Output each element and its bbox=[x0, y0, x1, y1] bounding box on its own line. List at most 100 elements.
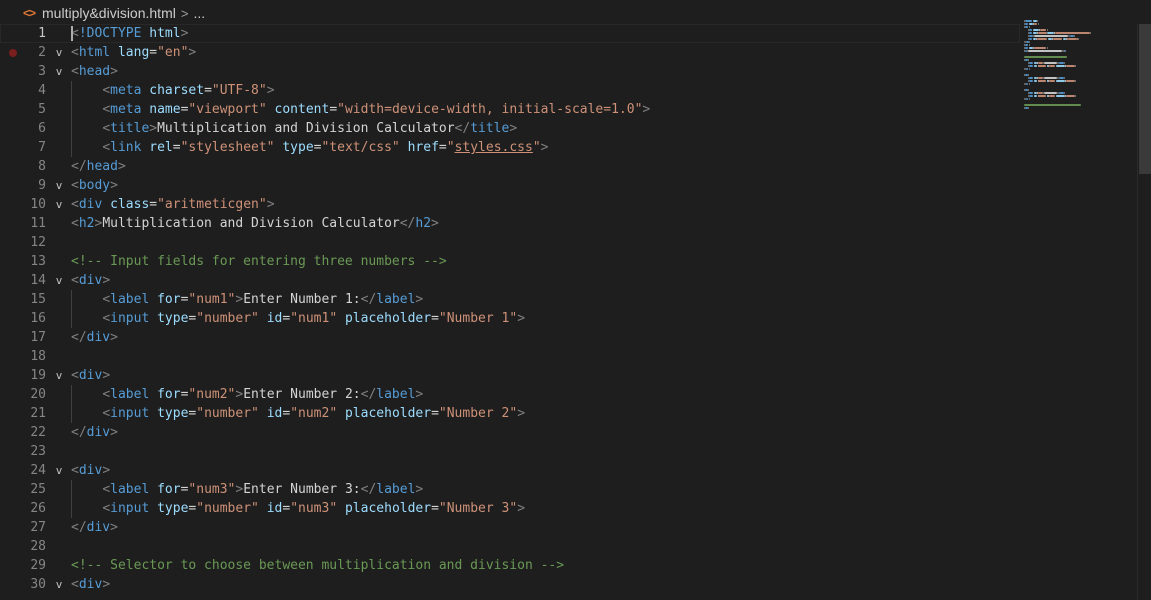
code-line[interactable]: 3 v <head> bbox=[0, 62, 1020, 81]
code-line[interactable]: 7 <link rel="stylesheet" type="text/css"… bbox=[0, 138, 1020, 157]
line-number: 30 bbox=[30, 577, 46, 592]
minimap-token bbox=[1024, 23, 1029, 25]
code-line[interactable]: 18 bbox=[0, 347, 1020, 366]
code-token: div bbox=[86, 330, 111, 345]
code-line[interactable]: 14 v <div> bbox=[0, 271, 1020, 290]
fold-chevron-icon[interactable]: v bbox=[52, 176, 66, 195]
minimap[interactable] bbox=[1024, 20, 1136, 200]
code-token: > bbox=[266, 83, 275, 98]
code-line[interactable]: 19 v <div> bbox=[0, 366, 1020, 385]
fold-chevron-icon[interactable]: v bbox=[52, 62, 66, 81]
code-token: "viewport" bbox=[188, 102, 267, 117]
code-line[interactable]: 25 <label for="num3">Enter Number 3:</la… bbox=[0, 480, 1020, 499]
breadcrumb: <> multiply&division.html > ... bbox=[0, 0, 1151, 26]
code-line[interactable]: 11 <h2>Multiplication and Division Calcul… bbox=[0, 214, 1020, 233]
code-line[interactable]: 5 <meta name="viewport" content="width=d… bbox=[0, 100, 1020, 119]
vertical-scrollbar[interactable] bbox=[1137, 24, 1151, 600]
minimap-token bbox=[1033, 35, 1069, 37]
code-token: meta bbox=[110, 83, 142, 98]
code-line[interactable]: 20 <label for="num2">Enter Number 2:</la… bbox=[0, 385, 1020, 404]
code-editor[interactable]: 1 <!DOCTYPE html> 2 v <html lang="en"> 3 v <hea… bbox=[0, 24, 1020, 600]
minimap-token bbox=[1043, 62, 1058, 64]
fold-chevron-icon[interactable]: v bbox=[52, 195, 66, 214]
minimap-token bbox=[1037, 32, 1047, 34]
minimap-token bbox=[1024, 104, 1081, 106]
code-line[interactable]: 16 <input type="number" id="num1" placeh… bbox=[0, 309, 1020, 328]
breadcrumb-symbols[interactable]: ... bbox=[193, 5, 205, 21]
minimap-token bbox=[1063, 92, 1065, 94]
code-token: type bbox=[157, 406, 189, 421]
minimap-token bbox=[1024, 26, 1029, 28]
code-token: type bbox=[157, 501, 189, 516]
line-number: 20 bbox=[30, 387, 46, 402]
code-line[interactable]: 4 <meta charset="UTF-8"> bbox=[0, 81, 1020, 100]
code-token: meta bbox=[110, 102, 142, 117]
code-line[interactable]: 21 <input type="number" id="num2" placeh… bbox=[0, 404, 1020, 423]
code-line[interactable]: 26 <input type="number" id="num3" placeh… bbox=[0, 499, 1020, 518]
code-line[interactable]: 6 <title>Multiplication and Division Cal… bbox=[0, 119, 1020, 138]
scrollbar-thumb[interactable] bbox=[1139, 24, 1151, 174]
fold-chevron-icon[interactable]: v bbox=[52, 271, 66, 290]
line-number: 12 bbox=[30, 235, 46, 250]
code-line[interactable]: 10 v <div class="aritmeticgen"> bbox=[0, 195, 1020, 214]
code-line[interactable]: 27 </div> bbox=[0, 518, 1020, 537]
code-token: > bbox=[415, 292, 424, 307]
code-token: </ bbox=[454, 121, 471, 136]
breadcrumb-file-name[interactable]: multiply&division.html bbox=[42, 5, 176, 21]
code-token: id bbox=[266, 406, 283, 421]
code-line[interactable]: 30 v <div> bbox=[0, 575, 1020, 594]
code-token: = bbox=[282, 406, 291, 421]
code-line[interactable]: 15 <label for="num1">Enter Number 1:</la… bbox=[0, 290, 1020, 309]
minimap-token bbox=[1033, 95, 1038, 97]
minimap-token bbox=[1038, 95, 1046, 97]
fold-chevron-icon[interactable]: v bbox=[52, 575, 66, 594]
code-token: for bbox=[157, 482, 181, 497]
code-token: h2 bbox=[415, 216, 432, 231]
code-line[interactable]: 22 </div> bbox=[0, 423, 1020, 442]
code-line[interactable]: 23 bbox=[0, 442, 1020, 461]
minimap-token bbox=[1028, 62, 1033, 64]
code-token: for bbox=[157, 292, 181, 307]
code-line[interactable]: 1 <!DOCTYPE html> bbox=[0, 24, 1020, 43]
minimap-token bbox=[1024, 47, 1028, 49]
line-code: <label for="num2">Enter Number 2:</label… bbox=[71, 385, 423, 404]
line-code: <div> bbox=[71, 271, 110, 290]
code-line[interactable]: 17 </div> bbox=[0, 328, 1020, 347]
code-line[interactable]: 28 bbox=[0, 537, 1020, 556]
code-line[interactable]: 13 <!-- Input fields for entering three n… bbox=[0, 252, 1020, 271]
code-line[interactable]: 2 v <html lang="en"> bbox=[0, 43, 1020, 62]
code-line[interactable]: 12 bbox=[0, 233, 1020, 252]
stylesheet-link[interactable]: styles.css bbox=[455, 140, 533, 155]
fold-chevron-icon[interactable]: v bbox=[52, 461, 66, 480]
minimap-token bbox=[1028, 68, 1030, 70]
fold-chevron-icon[interactable]: v bbox=[52, 366, 66, 385]
indent-guide bbox=[71, 290, 72, 309]
code-token: = bbox=[282, 501, 291, 516]
code-line[interactable]: 24 v <div> bbox=[0, 461, 1020, 480]
line-code: </div> bbox=[71, 423, 118, 442]
line-number: 24 bbox=[30, 463, 46, 478]
minimap-token bbox=[1028, 29, 1033, 31]
code-token: Enter Number 2: bbox=[243, 387, 361, 402]
code-line[interactable]: 8 </head> bbox=[0, 157, 1020, 176]
code-token: < bbox=[102, 482, 111, 497]
code-token: "text/css" bbox=[321, 140, 400, 155]
line-code: <label for="num1">Enter Number 1:</label… bbox=[71, 290, 423, 309]
code-line[interactable]: 9 v <body> bbox=[0, 176, 1020, 195]
code-token: < bbox=[102, 387, 111, 402]
minimap-token bbox=[1075, 95, 1077, 97]
fold-chevron-icon[interactable]: v bbox=[52, 43, 66, 62]
minimap-token bbox=[1028, 80, 1033, 82]
minimap-token bbox=[1078, 38, 1079, 40]
code-token: html bbox=[149, 26, 181, 41]
code-token: for bbox=[157, 387, 181, 402]
code-token: !DOCTYPE bbox=[78, 26, 142, 41]
code-line[interactable]: 29 <!-- Selector to choose between multip… bbox=[0, 556, 1020, 575]
minimap-token bbox=[1043, 77, 1058, 79]
